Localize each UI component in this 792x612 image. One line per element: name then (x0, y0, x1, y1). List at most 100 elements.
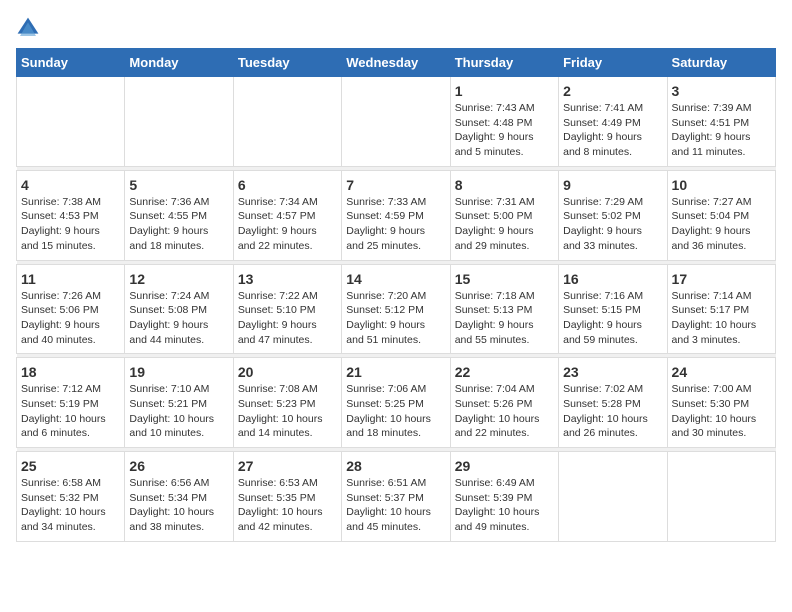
day-cell: 22 Sunrise: 7:04 AMSunset: 5:26 PMDayligh… (450, 358, 558, 448)
week-row-2: 4 Sunrise: 7:38 AMSunset: 4:53 PMDaylight… (17, 170, 776, 260)
day-number: 10 (672, 177, 771, 193)
day-info: Sunrise: 6:49 AMSunset: 5:39 PMDaylight:… (455, 476, 554, 535)
logo-icon (16, 16, 40, 40)
day-number: 23 (563, 364, 662, 380)
day-cell: 12 Sunrise: 7:24 AMSunset: 5:08 PMDayligh… (125, 264, 233, 354)
day-cell (667, 452, 775, 542)
week-row-3: 11 Sunrise: 7:26 AMSunset: 5:06 PMDayligh… (17, 264, 776, 354)
day-cell: 28 Sunrise: 6:51 AMSunset: 5:37 PMDayligh… (342, 452, 450, 542)
day-cell (559, 452, 667, 542)
week-row-4: 18Sunrise: 7:12 AMSunset: 5:19 PMDayligh… (17, 358, 776, 448)
day-number: 6 (238, 177, 337, 193)
day-info: Sunrise: 7:12 AMSunset: 5:19 PMDaylight:… (21, 382, 120, 441)
day-number: 13 (238, 271, 337, 287)
day-number: 9 (563, 177, 662, 193)
day-cell: 27 Sunrise: 6:53 AMSunset: 5:35 PMDayligh… (233, 452, 341, 542)
day-number: 20 (238, 364, 337, 380)
day-cell: 15 Sunrise: 7:18 AMSunset: 5:13 PMDayligh… (450, 264, 558, 354)
day-number: 15 (455, 271, 554, 287)
day-info: Sunrise: 7:41 AMSunset: 4:49 PMDaylight:… (563, 101, 662, 160)
day-number: 21 (346, 364, 445, 380)
day-info: Sunrise: 7:38 AMSunset: 4:53 PMDaylight:… (21, 195, 120, 254)
day-cell: 20 Sunrise: 7:08 AMSunset: 5:23 PMDayligh… (233, 358, 341, 448)
day-info: Sunrise: 7:36 AMSunset: 4:55 PMDaylight:… (129, 195, 228, 254)
day-number: 3 (672, 83, 771, 99)
day-number: 2 (563, 83, 662, 99)
day-number: 22 (455, 364, 554, 380)
day-cell: 14 Sunrise: 7:20 AMSunset: 5:12 PMDayligh… (342, 264, 450, 354)
day-number: 5 (129, 177, 228, 193)
day-cell: 2 Sunrise: 7:41 AMSunset: 4:49 PMDaylight… (559, 77, 667, 167)
day-number: 28 (346, 458, 445, 474)
day-info: Sunrise: 6:51 AMSunset: 5:37 PMDaylight:… (346, 476, 445, 535)
day-info: Sunrise: 7:20 AMSunset: 5:12 PMDaylight:… (346, 289, 445, 348)
day-info: Sunrise: 7:06 AMSunset: 5:25 PMDaylight:… (346, 382, 445, 441)
day-info: Sunrise: 7:04 AMSunset: 5:26 PMDaylight:… (455, 382, 554, 441)
day-cell: 18Sunrise: 7:12 AMSunset: 5:19 PMDayligh… (17, 358, 125, 448)
day-info: Sunrise: 7:10 AMSunset: 5:21 PMDaylight:… (129, 382, 228, 441)
day-info: Sunrise: 6:58 AMSunset: 5:32 PMDaylight:… (21, 476, 120, 535)
day-info: Sunrise: 7:43 AMSunset: 4:48 PMDaylight:… (455, 101, 554, 160)
day-info: Sunrise: 6:56 AMSunset: 5:34 PMDaylight:… (129, 476, 228, 535)
day-cell: 4 Sunrise: 7:38 AMSunset: 4:53 PMDaylight… (17, 170, 125, 260)
header-thursday: Thursday (450, 49, 558, 77)
page-header (16, 16, 776, 40)
day-info: Sunrise: 6:53 AMSunset: 5:35 PMDaylight:… (238, 476, 337, 535)
day-cell: 19 Sunrise: 7:10 AMSunset: 5:21 PMDayligh… (125, 358, 233, 448)
day-cell: 16Sunrise: 7:16 AMSunset: 5:15 PMDayligh… (559, 264, 667, 354)
day-cell: 25 Sunrise: 6:58 AMSunset: 5:32 PMDayligh… (17, 452, 125, 542)
day-cell: 7Sunrise: 7:33 AMSunset: 4:59 PMDaylight… (342, 170, 450, 260)
day-number: 12 (129, 271, 228, 287)
day-number: 14 (346, 271, 445, 287)
header-row: SundayMondayTuesdayWednesdayThursdayFrid… (17, 49, 776, 77)
day-cell: 5 Sunrise: 7:36 AMSunset: 4:55 PMDaylight… (125, 170, 233, 260)
day-cell: 13 Sunrise: 7:22 AMSunset: 5:10 PMDayligh… (233, 264, 341, 354)
day-info: Sunrise: 7:24 AMSunset: 5:08 PMDaylight:… (129, 289, 228, 348)
day-number: 11 (21, 271, 120, 287)
day-info: Sunrise: 7:08 AMSunset: 5:23 PMDaylight:… (238, 382, 337, 441)
day-cell: 8 Sunrise: 7:31 AMSunset: 5:00 PMDaylight… (450, 170, 558, 260)
day-number: 29 (455, 458, 554, 474)
day-info: Sunrise: 7:34 AMSunset: 4:57 PMDaylight:… (238, 195, 337, 254)
day-info: Sunrise: 7:14 AMSunset: 5:17 PMDaylight:… (672, 289, 771, 348)
day-info: Sunrise: 7:31 AMSunset: 5:00 PMDaylight:… (455, 195, 554, 254)
day-number: 17 (672, 271, 771, 287)
day-info: Sunrise: 7:33 AMSunset: 4:59 PMDaylight:… (346, 195, 445, 254)
day-info: Sunrise: 7:16 AMSunset: 5:15 PMDaylight:… (563, 289, 662, 348)
day-number: 25 (21, 458, 120, 474)
day-info: Sunrise: 7:26 AMSunset: 5:06 PMDaylight:… (21, 289, 120, 348)
day-cell (125, 77, 233, 167)
day-info: Sunrise: 7:22 AMSunset: 5:10 PMDaylight:… (238, 289, 337, 348)
day-number: 1 (455, 83, 554, 99)
day-number: 27 (238, 458, 337, 474)
header-monday: Monday (125, 49, 233, 77)
day-info: Sunrise: 7:39 AMSunset: 4:51 PMDaylight:… (672, 101, 771, 160)
day-cell: 10 Sunrise: 7:27 AMSunset: 5:04 PMDayligh… (667, 170, 775, 260)
day-cell: 21 Sunrise: 7:06 AMSunset: 5:25 PMDayligh… (342, 358, 450, 448)
day-number: 19 (129, 364, 228, 380)
day-cell (233, 77, 341, 167)
day-cell: 1 Sunrise: 7:43 AMSunset: 4:48 PMDaylight… (450, 77, 558, 167)
day-cell: 9Sunrise: 7:29 AMSunset: 5:02 PMDaylight… (559, 170, 667, 260)
day-number: 4 (21, 177, 120, 193)
day-cell: 3 Sunrise: 7:39 AMSunset: 4:51 PMDaylight… (667, 77, 775, 167)
day-info: Sunrise: 7:02 AMSunset: 5:28 PMDaylight:… (563, 382, 662, 441)
day-info: Sunrise: 7:18 AMSunset: 5:13 PMDaylight:… (455, 289, 554, 348)
header-friday: Friday (559, 49, 667, 77)
day-number: 24 (672, 364, 771, 380)
day-number: 26 (129, 458, 228, 474)
day-info: Sunrise: 7:00 AMSunset: 5:30 PMDaylight:… (672, 382, 771, 441)
week-row-5: 25 Sunrise: 6:58 AMSunset: 5:32 PMDayligh… (17, 452, 776, 542)
day-cell: 11 Sunrise: 7:26 AMSunset: 5:06 PMDayligh… (17, 264, 125, 354)
day-info: Sunrise: 7:27 AMSunset: 5:04 PMDaylight:… (672, 195, 771, 254)
calendar-table: SundayMondayTuesdayWednesdayThursdayFrid… (16, 48, 776, 542)
week-row-1: 1 Sunrise: 7:43 AMSunset: 4:48 PMDaylight… (17, 77, 776, 167)
day-cell: 29 Sunrise: 6:49 AMSunset: 5:39 PMDayligh… (450, 452, 558, 542)
day-cell: 17 Sunrise: 7:14 AMSunset: 5:17 PMDayligh… (667, 264, 775, 354)
day-cell (342, 77, 450, 167)
day-cell: 23 Sunrise: 7:02 AMSunset: 5:28 PMDayligh… (559, 358, 667, 448)
logo (16, 16, 44, 40)
header-wednesday: Wednesday (342, 49, 450, 77)
day-cell: 24 Sunrise: 7:00 AMSunset: 5:30 PMDayligh… (667, 358, 775, 448)
day-number: 8 (455, 177, 554, 193)
